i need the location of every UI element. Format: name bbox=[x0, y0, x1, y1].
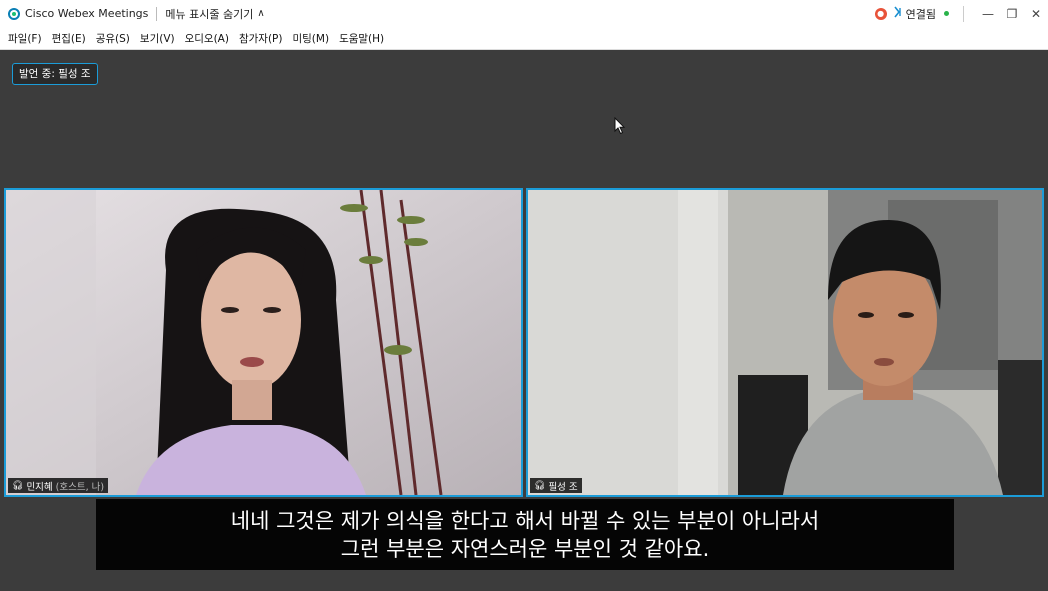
participant-video bbox=[528, 190, 1042, 495]
menu-help[interactable]: 도움말(H) bbox=[334, 31, 389, 46]
mouse-cursor-icon bbox=[614, 117, 626, 135]
title-bar: Cisco Webex Meetings 메뉴 표시줄 숨기기 ∧ ● 연결됨 … bbox=[0, 0, 1048, 27]
close-button[interactable]: ✕ bbox=[1024, 7, 1048, 21]
restore-button[interactable]: ❐ bbox=[1000, 7, 1024, 21]
connection-status[interactable]: 연결됨 bbox=[906, 6, 936, 22]
subtitle-caption: 네네 그것은 제가 의식을 한다고 해서 바뀔 수 있는 부분이 아니라서 그런… bbox=[96, 499, 954, 570]
minimize-button[interactable]: — bbox=[976, 7, 1000, 21]
headset-icon: 🎧︎ bbox=[534, 480, 546, 491]
participant-name-tag: 🎧︎ 필성 조 bbox=[530, 478, 582, 493]
webex-logo-icon bbox=[8, 7, 20, 20]
menu-meeting[interactable]: 미팅(M) bbox=[287, 31, 334, 46]
participant-name: 민지혜 bbox=[26, 481, 53, 493]
hide-menu-bar-button[interactable]: 메뉴 표시줄 숨기기 ∧ bbox=[165, 6, 264, 22]
video-tile-active-speaker[interactable]: 🎧︎ 필성 조 bbox=[526, 188, 1044, 497]
participant-name-tag: 🎧︎ 민지혜 (호스트, 나) bbox=[8, 478, 109, 493]
menu-edit[interactable]: 편집(E) bbox=[47, 31, 91, 46]
menu-file[interactable]: 파일(F) bbox=[0, 31, 47, 46]
titlebar-divider bbox=[963, 5, 964, 22]
app-title: Cisco Webex Meetings bbox=[25, 7, 149, 20]
title-bar-controls: ● 연결됨 — ❐ ✕ bbox=[874, 0, 1048, 27]
headset-icon: 🎧︎ bbox=[12, 480, 24, 491]
subtitle-line: 그런 부분은 자연스러운 부분인 것 같아요. bbox=[340, 536, 710, 561]
menu-view[interactable]: 보기(V) bbox=[135, 31, 180, 46]
connection-icon bbox=[893, 6, 902, 21]
active-speaker-badge: 발언 중: 필성 조 bbox=[12, 63, 98, 85]
video-tile-host[interactable]: 🎧︎ 민지혜 (호스트, 나) bbox=[4, 188, 523, 497]
subtitle-line: 네네 그것은 제가 의식을 한다고 해서 바뀔 수 있는 부분이 아니라서 bbox=[230, 508, 820, 533]
recording-icon[interactable]: ● bbox=[874, 7, 887, 20]
menu-bar: 파일(F) 편집(E) 공유(S) 보기(V) 오디오(A) 참가자(P) 미팅… bbox=[0, 27, 1048, 50]
menu-audio[interactable]: 오디오(A) bbox=[180, 31, 234, 46]
menu-share[interactable]: 공유(S) bbox=[91, 31, 135, 46]
connection-status-dot bbox=[944, 11, 949, 16]
title-divider bbox=[156, 6, 158, 21]
participant-role: (호스트, 나) bbox=[55, 481, 105, 493]
chevron-up-icon: ∧ bbox=[257, 8, 265, 19]
participant-name: 필성 조 bbox=[548, 481, 578, 493]
hide-menu-label: 메뉴 표시줄 숨기기 bbox=[165, 7, 254, 21]
menu-participant[interactable]: 참가자(P) bbox=[234, 31, 288, 46]
participant-video bbox=[6, 190, 521, 495]
